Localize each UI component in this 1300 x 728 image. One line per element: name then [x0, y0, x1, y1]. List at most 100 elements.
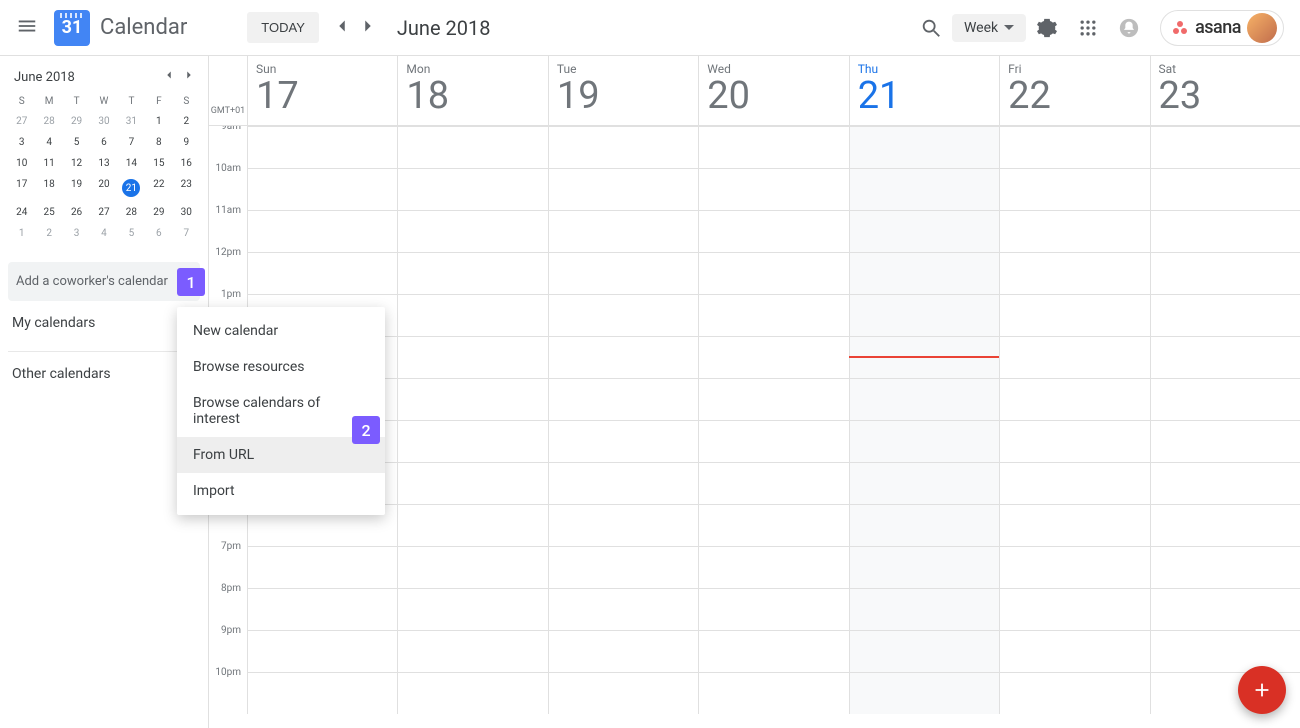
time-slot[interactable] [1150, 504, 1300, 546]
time-slot[interactable] [397, 210, 547, 252]
mini-day-cell[interactable]: 4 [35, 132, 62, 153]
time-slot[interactable] [999, 126, 1149, 168]
mini-day-cell[interactable]: 25 [35, 202, 62, 223]
day-column-header[interactable]: Tue19 [548, 56, 698, 125]
mini-day-cell[interactable]: 29 [145, 202, 172, 223]
time-slot[interactable] [849, 126, 999, 168]
time-slot[interactable] [548, 420, 698, 462]
mini-day-cell[interactable]: 1 [145, 111, 172, 132]
time-slot[interactable] [1150, 378, 1300, 420]
mini-day-cell[interactable]: 7 [118, 132, 145, 153]
mini-day-cell[interactable]: 27 [90, 202, 117, 223]
time-slot[interactable] [999, 378, 1149, 420]
day-column-header[interactable]: Fri22 [999, 56, 1149, 125]
time-slot[interactable] [397, 252, 547, 294]
mini-day-cell[interactable]: 12 [63, 153, 90, 174]
time-slot[interactable] [849, 210, 999, 252]
time-slot[interactable] [247, 630, 397, 672]
time-slot[interactable] [548, 504, 698, 546]
time-slot[interactable] [999, 546, 1149, 588]
time-slot[interactable] [999, 336, 1149, 378]
mini-day-cell[interactable]: 17 [8, 174, 35, 202]
mini-day-cell[interactable]: 6 [90, 132, 117, 153]
time-slot[interactable] [247, 546, 397, 588]
time-slot[interactable] [397, 504, 547, 546]
mini-day-cell[interactable]: 30 [90, 111, 117, 132]
day-column-header[interactable]: Sun17 [247, 56, 397, 125]
mini-next-icon[interactable] [182, 68, 196, 86]
mini-prev-icon[interactable] [162, 68, 176, 86]
mini-day-cell[interactable]: 24 [8, 202, 35, 223]
time-slot[interactable] [1150, 294, 1300, 336]
time-slot[interactable] [999, 294, 1149, 336]
time-slot[interactable] [247, 210, 397, 252]
time-slot[interactable] [849, 630, 999, 672]
time-slot[interactable] [849, 294, 999, 336]
user-avatar[interactable] [1247, 13, 1277, 43]
time-slot[interactable] [397, 546, 547, 588]
prev-week-icon[interactable] [331, 15, 353, 41]
time-slot[interactable] [397, 672, 547, 714]
time-slot[interactable] [999, 672, 1149, 714]
time-slot[interactable] [397, 588, 547, 630]
time-slot[interactable] [849, 378, 999, 420]
mini-day-cell[interactable]: 29 [63, 111, 90, 132]
time-slot[interactable] [698, 378, 848, 420]
mini-day-cell[interactable]: 4 [90, 223, 117, 244]
time-slot[interactable] [698, 210, 848, 252]
time-slot[interactable] [849, 588, 999, 630]
time-slot[interactable] [1150, 168, 1300, 210]
time-slot[interactable] [698, 294, 848, 336]
mini-day-cell[interactable]: 15 [145, 153, 172, 174]
time-slot[interactable] [1150, 630, 1300, 672]
time-slot[interactable] [698, 630, 848, 672]
time-slot[interactable] [397, 336, 547, 378]
mini-day-cell[interactable]: 1 [8, 223, 35, 244]
apps-grid-icon[interactable] [1078, 18, 1098, 38]
time-slot[interactable] [397, 126, 547, 168]
time-slot[interactable] [698, 672, 848, 714]
time-slot[interactable] [999, 252, 1149, 294]
time-slot[interactable] [548, 336, 698, 378]
time-slot[interactable] [548, 168, 698, 210]
time-slot[interactable] [849, 168, 999, 210]
search-icon[interactable] [920, 17, 942, 39]
mini-day-cell[interactable]: 20 [90, 174, 117, 202]
time-slot[interactable] [397, 630, 547, 672]
time-slot[interactable] [1150, 546, 1300, 588]
mini-day-cell[interactable]: 9 [173, 132, 200, 153]
time-slot[interactable] [1150, 588, 1300, 630]
time-slot[interactable] [698, 126, 848, 168]
time-slot[interactable] [397, 168, 547, 210]
time-slot[interactable] [1150, 420, 1300, 462]
mini-day-cell[interactable]: 5 [63, 132, 90, 153]
time-slot[interactable] [397, 294, 547, 336]
settings-gear-icon[interactable] [1036, 17, 1058, 39]
time-slot[interactable] [999, 504, 1149, 546]
time-slot[interactable] [247, 588, 397, 630]
mini-day-cell[interactable]: 5 [118, 223, 145, 244]
time-slot[interactable] [1150, 126, 1300, 168]
mini-day-cell[interactable]: 14 [118, 153, 145, 174]
time-slot[interactable] [397, 420, 547, 462]
mini-day-cell[interactable]: 2 [173, 111, 200, 132]
time-slot[interactable] [698, 504, 848, 546]
view-selector[interactable]: Week [952, 14, 1026, 42]
time-slot[interactable] [999, 462, 1149, 504]
mini-day-cell[interactable]: 28 [35, 111, 62, 132]
mini-day-cell[interactable]: 28 [118, 202, 145, 223]
my-calendars-section[interactable]: My calendars [8, 301, 200, 345]
mini-day-cell[interactable]: 23 [173, 174, 200, 202]
time-slot[interactable] [548, 630, 698, 672]
time-slot[interactable] [548, 210, 698, 252]
menu-item[interactable]: Import [177, 473, 385, 509]
time-slot[interactable] [849, 546, 999, 588]
time-slot[interactable] [397, 378, 547, 420]
time-slot[interactable] [999, 630, 1149, 672]
time-slot[interactable] [999, 210, 1149, 252]
mini-day-cell[interactable]: 2 [35, 223, 62, 244]
mini-day-cell[interactable]: 6 [145, 223, 172, 244]
menu-icon[interactable] [16, 15, 38, 41]
time-slot[interactable] [999, 588, 1149, 630]
mini-day-cell[interactable]: 31 [118, 111, 145, 132]
